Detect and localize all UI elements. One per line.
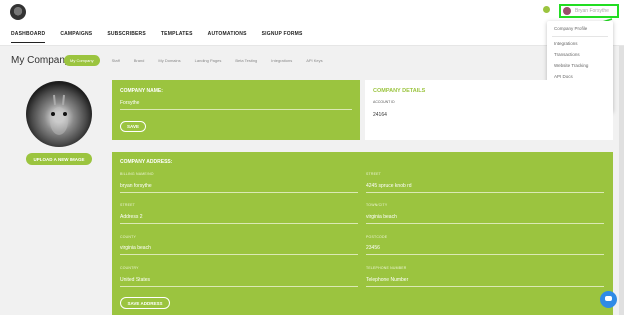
- top-bar: DASHBOARD CAMPAIGNS SUBSCRIBERS TEMPLATE…: [0, 0, 624, 46]
- postcode-input[interactable]: 23456: [366, 245, 380, 251]
- menu-company-profile[interactable]: Company Profile: [554, 26, 587, 31]
- input-underline: [120, 223, 358, 224]
- save-company-name-button[interactable]: SAVE: [120, 121, 146, 132]
- nav-templates[interactable]: TEMPLATES: [161, 31, 193, 37]
- main-nav: DASHBOARD CAMPAIGNS SUBSCRIBERS TEMPLATE…: [11, 31, 318, 43]
- street-label: STREET: [366, 172, 382, 176]
- company-profile-image: [26, 81, 92, 147]
- menu-integrations[interactable]: Integrations: [554, 41, 578, 46]
- country-label: COUNTRY: [120, 266, 139, 270]
- subtab-api-keys[interactable]: API Keys: [306, 58, 322, 63]
- company-name-card: COMPANY NAME: Forsythe SAVE: [112, 80, 360, 140]
- subtab-my-company[interactable]: My Company: [64, 55, 100, 66]
- page-title: My Company: [11, 55, 70, 66]
- menu-transactions[interactable]: Transactions: [554, 52, 580, 57]
- input-underline: [366, 254, 604, 255]
- menu-api-docs[interactable]: API Docs: [554, 74, 573, 79]
- company-address-card: COMPANY ADDRESS: BILLING NAME/NO bryan f…: [112, 152, 613, 315]
- page-scrollbar[interactable]: [619, 46, 624, 315]
- company-details-title: COMPANY DETAILS: [373, 88, 426, 94]
- user-avatar: [563, 7, 571, 15]
- input-underline: [366, 286, 604, 287]
- company-name-title: COMPANY NAME:: [120, 88, 163, 94]
- nav-campaigns[interactable]: CAMPAIGNS: [60, 31, 92, 37]
- telephone-label: TELEPHONE NUMBER: [366, 266, 407, 270]
- postcode-label: POSTCODE: [366, 235, 388, 239]
- street2-label: STREET: [120, 203, 136, 207]
- upload-image-button[interactable]: UPLOAD A NEW IMAGE: [26, 153, 92, 165]
- giraffe-image-icon: [50, 94, 68, 135]
- town-city-input[interactable]: virginia beach: [366, 214, 397, 220]
- subtab-staff[interactable]: Staff: [112, 58, 120, 63]
- subtab-my-domains[interactable]: My Domains: [158, 58, 180, 63]
- company-details-card: COMPANY DETAILS ACCOUNT ID 24164: [365, 80, 613, 140]
- county-label: COUNTY: [120, 235, 136, 239]
- town-city-label: TOWN/CITY: [366, 203, 388, 207]
- input-underline: [120, 109, 352, 110]
- user-menu-button[interactable]: Bryan Forsythe: [559, 4, 619, 18]
- company-name-input[interactable]: Forsythe: [120, 100, 139, 106]
- subtab-landing-pages[interactable]: Landing Pages: [195, 58, 222, 63]
- nav-dashboard[interactable]: DASHBOARD: [11, 31, 46, 43]
- input-underline: [120, 286, 358, 287]
- telephone-input[interactable]: Telephone Number: [366, 277, 408, 283]
- subtab-beta-testing[interactable]: Beta Testing: [235, 58, 257, 63]
- country-select[interactable]: United States: [120, 277, 150, 283]
- company-address-title: COMPANY ADDRESS:: [120, 159, 173, 165]
- nav-automations[interactable]: AUTOMATIONS: [208, 31, 247, 37]
- input-underline: [366, 192, 604, 193]
- menu-divider: [552, 36, 608, 37]
- billing-name-label: BILLING NAME/NO: [120, 172, 154, 176]
- county-input[interactable]: virginia beach: [120, 245, 151, 251]
- street2-input[interactable]: Address 2: [120, 214, 143, 220]
- account-id-value: 24164: [373, 112, 387, 118]
- sub-tabs: My Company Staff Brand My Domains Landin…: [64, 55, 337, 66]
- nav-subscribers[interactable]: SUBSCRIBERS: [107, 31, 146, 37]
- street-input[interactable]: 4245 spruce knob rd: [366, 183, 412, 189]
- input-underline: [366, 223, 604, 224]
- subtab-brand[interactable]: Brand: [134, 58, 145, 63]
- company-logo[interactable]: [10, 4, 26, 20]
- account-id-label: ACCOUNT ID: [373, 100, 395, 104]
- input-underline: [120, 254, 358, 255]
- input-underline: [120, 192, 358, 193]
- notification-icon[interactable]: [543, 6, 550, 13]
- subtab-integrations[interactable]: Integrations: [271, 58, 292, 63]
- billing-name-input[interactable]: bryan forsythe: [120, 183, 152, 189]
- menu-website-tracking[interactable]: Website Tracking: [554, 63, 588, 68]
- user-name: Bryan Forsythe: [575, 8, 609, 14]
- save-address-button[interactable]: SAVE ADDRESS: [120, 297, 170, 309]
- nav-signup-forms[interactable]: SIGNUP FORMS: [262, 31, 303, 37]
- chat-support-icon[interactable]: [600, 291, 617, 308]
